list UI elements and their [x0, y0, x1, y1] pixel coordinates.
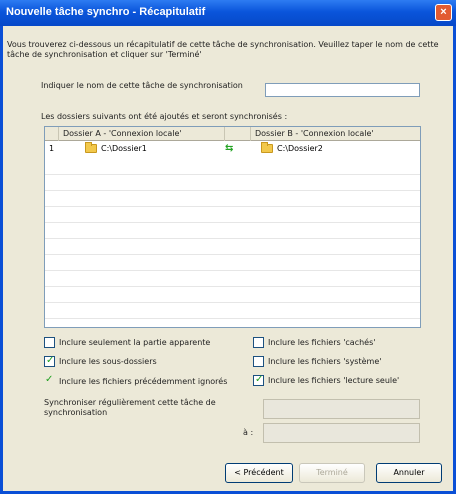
grid-line [45, 174, 420, 175]
grid-line [45, 286, 420, 287]
folders-caption: Les dossiers suivants ont été ajoutés et… [41, 112, 288, 121]
folder-a-path: C:\Dossier1 [101, 144, 147, 153]
row-number: 1 [49, 144, 55, 153]
grid-line [45, 254, 420, 255]
finish-button[interactable]: Terminé [299, 463, 365, 483]
system-files-checkbox[interactable] [253, 356, 264, 367]
task-name-input[interactable] [265, 83, 420, 97]
subfolders-label: Inclure les sous-dossiers [59, 357, 157, 366]
wizard-window: Nouvelle tâche synchro - Récapitulatif ×… [0, 0, 456, 494]
hidden-files-checkbox[interactable] [253, 337, 264, 348]
folders-grid[interactable]: Dossier A - 'Connexion locale' Dossier B… [44, 126, 421, 328]
task-name-label: Indiquer le nom de cette tâche de synchr… [41, 81, 243, 90]
subfolders-checkbox[interactable] [44, 355, 55, 367]
grid-header: Dossier A - 'Connexion locale' Dossier B… [45, 127, 420, 141]
grid-line [45, 222, 420, 223]
system-files-label: Inclure les fichiers 'système' [268, 357, 382, 366]
folder-b-path: C:\Dossier2 [277, 144, 323, 153]
header-sync [225, 127, 251, 141]
grid-line [45, 238, 420, 239]
grid-line [45, 206, 420, 207]
folder-icon [261, 142, 273, 153]
table-row[interactable]: 1 C:\Dossier1 ⇆ C:\Dossier2 [45, 142, 420, 156]
schedule-time-field[interactable] [263, 423, 420, 443]
schedule-at-label: à : [243, 428, 254, 437]
grid-line [45, 318, 420, 319]
intro-text: Vous trouverez ci-dessous un récapitulat… [7, 40, 439, 59]
title-bar[interactable]: Nouvelle tâche synchro - Récapitulatif × [0, 0, 456, 26]
grid-line [45, 190, 420, 191]
folder-icon [85, 142, 97, 153]
hidden-files-label: Inclure les fichiers 'cachés' [268, 338, 376, 347]
grid-line [45, 270, 420, 271]
only-selected-label: Inclure seulement la partie apparente [59, 338, 211, 347]
cancel-button[interactable]: Annuler [376, 463, 442, 483]
header-num [45, 127, 59, 141]
close-button[interactable]: × [435, 4, 452, 21]
grid-line [45, 302, 420, 303]
header-folder-b[interactable]: Dossier B - 'Connexion locale' [251, 127, 420, 141]
header-folder-a[interactable]: Dossier A - 'Connexion locale' [59, 127, 225, 141]
sync-arrows-icon: ⇆ [225, 143, 234, 154]
back-button[interactable]: < Précédent [225, 463, 293, 483]
window-title: Nouvelle tâche synchro - Récapitulatif [6, 6, 206, 18]
ignored-files-label: Inclure les fichiers précédemment ignoré… [59, 377, 228, 386]
schedule-frequency-field[interactable] [263, 399, 420, 419]
schedule-label: Synchroniser régulièrement cette tâche d… [44, 398, 216, 417]
ignored-files-checkbox[interactable] [44, 374, 55, 387]
readonly-files-checkbox[interactable] [253, 374, 264, 386]
only-selected-checkbox[interactable] [44, 337, 55, 348]
wizard-content: Vous trouverez ci-dessous un récapitulat… [3, 26, 453, 491]
readonly-files-label: Inclure les fichiers 'lecture seule' [268, 376, 400, 385]
